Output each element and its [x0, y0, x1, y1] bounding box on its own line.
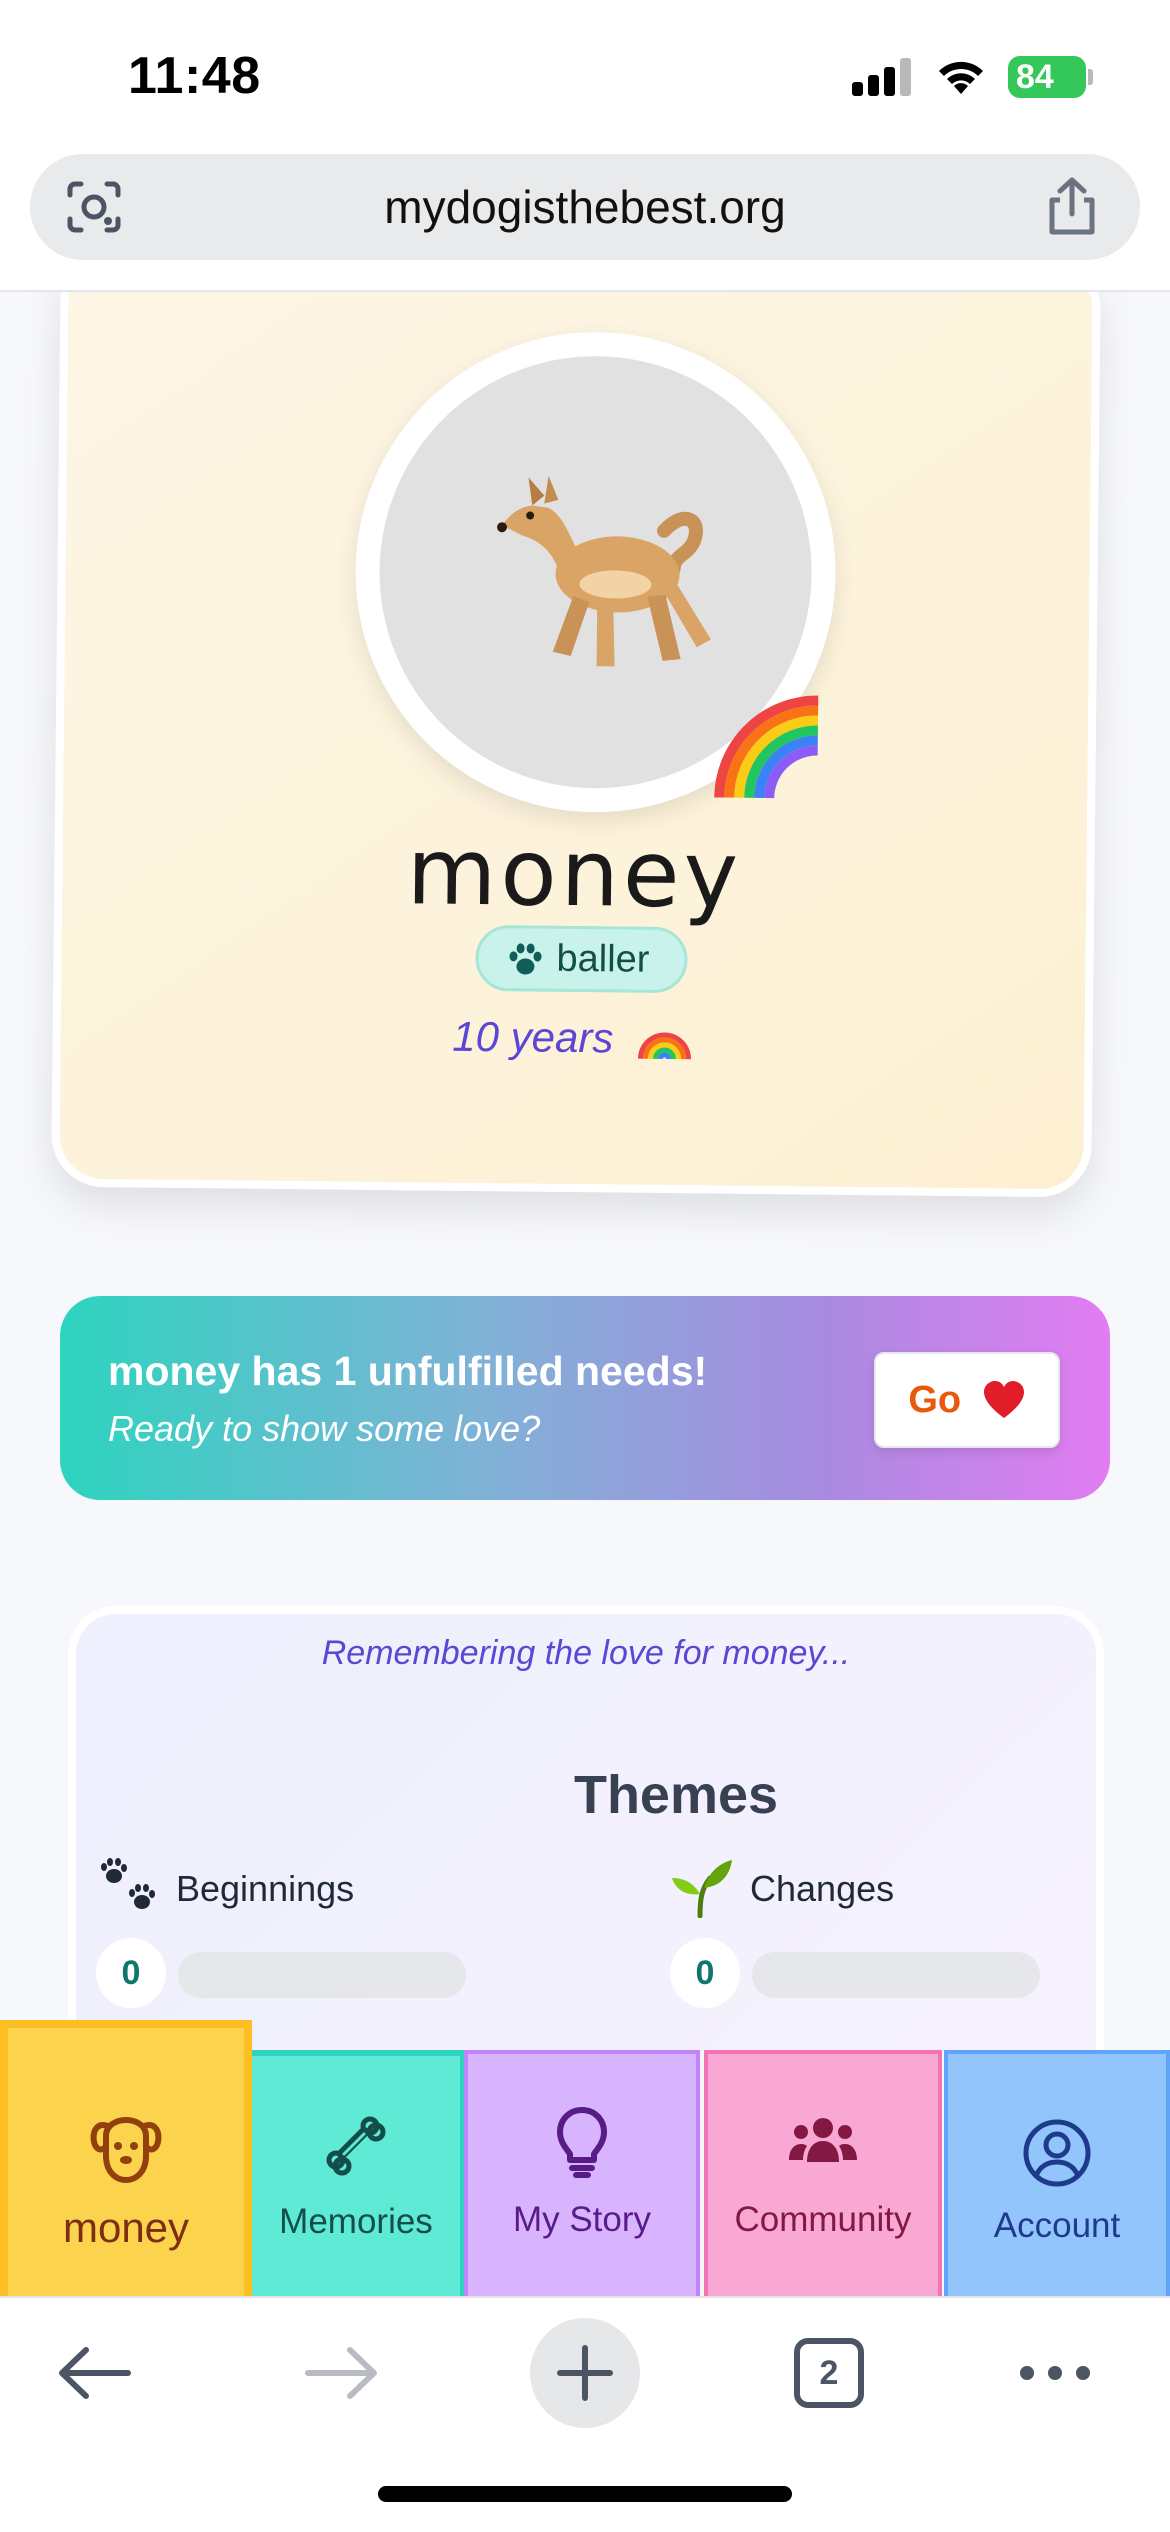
- battery-level: 84: [1016, 58, 1054, 96]
- pet-age: 10 years: [60, 1007, 1084, 1068]
- tab-switcher-button[interactable]: 2: [774, 2318, 884, 2428]
- tab-label: money: [62, 2204, 190, 2251]
- tab-community[interactable]: Community: [704, 2050, 942, 2296]
- lightbulb-icon: [557, 2107, 607, 2178]
- arrow-right-icon: [305, 2347, 377, 2399]
- user-circle-icon: [1023, 2119, 1091, 2187]
- forward-button[interactable]: [286, 2318, 396, 2428]
- tab-label: Community: [734, 2200, 912, 2239]
- unfulfilled-needs-banner: money has 1 unfulfilled needs! Ready to …: [60, 1296, 1110, 1500]
- age-text: 10 years: [452, 1012, 614, 1062]
- rainbow-icon: [638, 1032, 692, 1060]
- needs-title: money has 1 unfulfilled needs!: [108, 1348, 708, 1394]
- tab-label: My Story: [512, 2200, 652, 2239]
- browser-address-area: mydogisthebest.org: [0, 150, 1170, 292]
- theme-progress-bar: [178, 1952, 466, 1998]
- pet-name: money: [406, 818, 743, 929]
- tab-label: Account: [993, 2206, 1121, 2245]
- go-button[interactable]: Go: [874, 1352, 1060, 1448]
- theme-item-changes[interactable]: Changes 0: [670, 1858, 1070, 2018]
- theme-count: 0: [670, 1938, 740, 2008]
- share-icon[interactable]: [1042, 176, 1102, 238]
- theme-label: Beginnings: [176, 1868, 355, 1909]
- tab-label: Memories: [279, 2202, 433, 2241]
- wifi-icon: [939, 61, 983, 94]
- new-tab-button[interactable]: [530, 2318, 640, 2428]
- paw-prints-icon: [101, 1858, 155, 1909]
- needs-subtitle: Ready to show some love?: [108, 1408, 541, 1449]
- theme-item-beginnings[interactable]: Beginnings 0: [96, 1858, 496, 2018]
- themes-heading: Themes: [573, 1765, 779, 1825]
- seedling-icon: [672, 1860, 732, 1918]
- breed-label: baller: [556, 937, 650, 981]
- tab-count: 2: [794, 2338, 864, 2408]
- tab-my-story[interactable]: My Story: [464, 2050, 700, 2296]
- theme-label: Changes: [750, 1868, 895, 1909]
- back-button[interactable]: [40, 2318, 150, 2428]
- tab-account[interactable]: Account: [944, 2050, 1170, 2296]
- themes-card: Remembering the love for money... Themes…: [68, 1606, 1104, 2052]
- cellular-signal-icon: [852, 58, 912, 96]
- plus-icon: [557, 2345, 613, 2401]
- rainbow-badge-icon: [714, 695, 819, 799]
- pet-profile-card: money baller 10 years: [51, 292, 1101, 1198]
- arrow-left-icon: [59, 2347, 131, 2399]
- status-time: 11:48: [128, 47, 261, 105]
- battery-indicator: 84: [1008, 56, 1086, 98]
- pet-avatar[interactable]: [353, 329, 839, 815]
- more-horizontal-icon: [1020, 2366, 1090, 2380]
- address-bar[interactable]: mydogisthebest.org: [30, 154, 1140, 260]
- paw-icon: [509, 943, 542, 975]
- theme-progress-bar: [752, 1952, 1040, 1998]
- bone-icon: [326, 2116, 386, 2176]
- dog-face-icon: [90, 2116, 162, 2184]
- home-indicator: [378, 2486, 792, 2502]
- tab-memories[interactable]: Memories: [252, 2050, 464, 2296]
- status-bar: 11:48 84: [0, 0, 1170, 150]
- heart-icon: [983, 1381, 1024, 1418]
- dog-icon: [497, 475, 711, 667]
- url-text[interactable]: mydogisthebest.org: [30, 154, 1140, 260]
- remember-text: Remembering the love for money...: [321, 1634, 851, 1672]
- theme-count: 0: [96, 1938, 166, 2008]
- more-menu-button[interactable]: [1000, 2318, 1110, 2428]
- users-icon: [789, 2118, 857, 2162]
- visual-search-icon[interactable]: [66, 181, 122, 233]
- tab-pet-profile[interactable]: money: [0, 2020, 252, 2296]
- bottom-tab-bar: money Memories My Story Community Accoun…: [0, 2020, 1170, 2296]
- battery-nub: [1088, 69, 1093, 85]
- go-button-label: Go: [908, 1379, 962, 1421]
- page-content: money baller 10 years money has 1 unfulf…: [0, 292, 1170, 2052]
- breed-badge: baller: [475, 924, 688, 994]
